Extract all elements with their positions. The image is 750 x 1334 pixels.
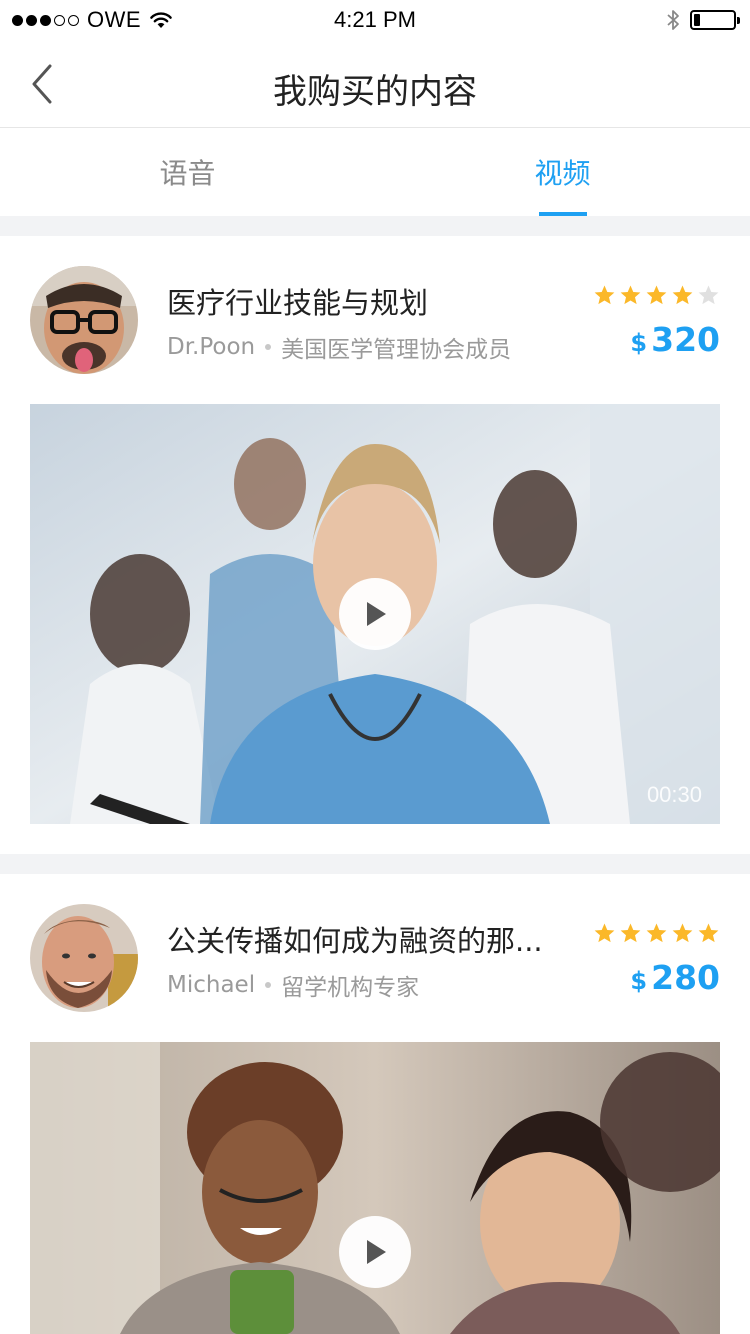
page-title: 我购买的内容 <box>273 72 477 112</box>
star-filled-icon <box>672 923 693 943</box>
section-separator <box>0 854 750 874</box>
price: $ 320 <box>630 320 720 359</box>
tab-video-label: 视频 <box>534 157 591 190</box>
play-icon <box>367 1240 386 1264</box>
video-duration: 00:30 <box>646 782 702 807</box>
star-filled-icon <box>646 285 667 305</box>
avatar-image <box>30 266 138 374</box>
star-filled-icon <box>594 285 615 305</box>
course-title[interactable]: 医疗行业技能与规划 <box>167 280 587 322</box>
battery-level <box>694 14 700 26</box>
avatar[interactable] <box>30 904 138 1012</box>
author-info: Michael 留学机构专家 <box>167 968 419 1002</box>
battery-icon <box>690 10 740 30</box>
meta-separator-dot <box>265 982 272 988</box>
author-title: 美国医学管理协会成员 <box>281 337 512 363</box>
play-icon <box>367 602 386 626</box>
tab-bar: 语音 视频 <box>0 128 750 216</box>
nav-bar: 我购买的内容 <box>0 40 750 128</box>
author-name: Dr.Poon <box>167 334 256 360</box>
course-card[interactable]: 医疗行业技能与规划 Dr.Poon 美国医学管理协会成员 $ 320 00:30 <box>0 236 750 854</box>
bluetooth-icon <box>667 10 679 30</box>
status-right <box>666 8 740 32</box>
avatar-image <box>30 904 138 1012</box>
video-image <box>30 1042 720 1334</box>
price-value: 280 <box>651 958 720 997</box>
status-bar: OWE 4:21 PM <box>0 0 750 40</box>
star-filled-icon <box>698 923 719 943</box>
star-filled-icon <box>646 923 667 943</box>
rating-stars <box>593 284 720 307</box>
avatar[interactable] <box>30 266 138 374</box>
star-empty-icon <box>698 285 719 305</box>
tab-video[interactable]: 视频 <box>375 128 750 216</box>
course-title[interactable]: 公关传播如何成为融资的那... <box>167 918 587 960</box>
author-title: 留学机构专家 <box>281 975 420 1001</box>
price-value: 320 <box>651 320 720 359</box>
price-currency: $ <box>630 329 648 357</box>
tab-audio-label: 语音 <box>159 157 216 190</box>
star-filled-icon <box>620 923 641 943</box>
author-info: Dr.Poon 美国医学管理协会成员 <box>167 330 511 364</box>
tab-audio[interactable]: 语音 <box>0 128 375 216</box>
course-card[interactable]: 公关传播如何成为融资的那... Michael 留学机构专家 $ 280 <box>0 874 750 1334</box>
star-filled-icon <box>620 285 641 305</box>
price-currency: $ <box>630 967 648 995</box>
play-button[interactable] <box>339 578 411 650</box>
star-filled-icon <box>672 285 693 305</box>
play-button[interactable] <box>339 1216 411 1288</box>
section-separator <box>0 216 750 236</box>
status-time: 4:21 PM <box>334 7 416 32</box>
price: $ 280 <box>630 958 720 997</box>
rating-stars <box>593 922 720 945</box>
video-thumbnail[interactable]: 00:30 <box>30 404 720 824</box>
video-thumbnail[interactable] <box>30 1042 720 1334</box>
star-filled-icon <box>594 923 615 943</box>
meta-separator-dot <box>265 344 272 350</box>
author-name: Michael <box>167 972 256 998</box>
